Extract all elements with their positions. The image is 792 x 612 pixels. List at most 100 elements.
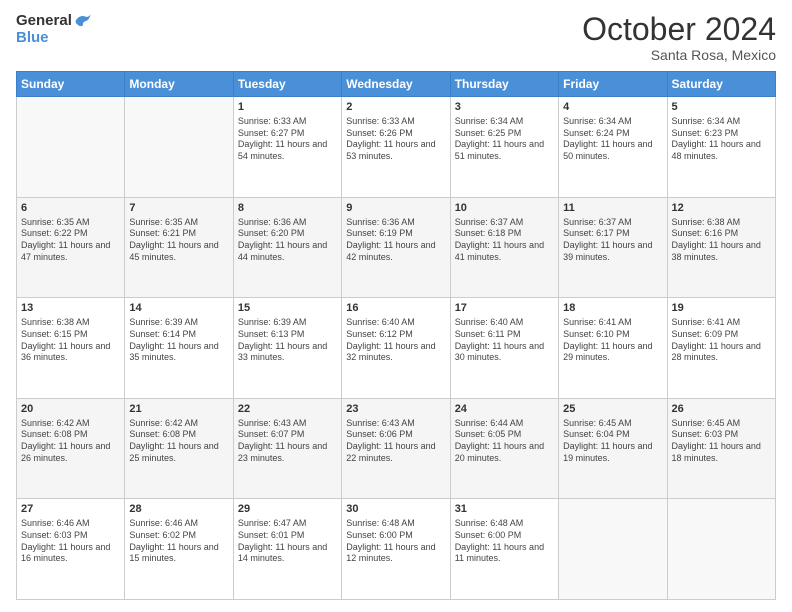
sunrise-text: Sunrise: 6:33 AM <box>346 116 415 126</box>
table-row: 24 Sunrise: 6:44 AM Sunset: 6:05 PM Dayl… <box>450 398 558 499</box>
day-info: Sunrise: 6:37 AM Sunset: 6:18 PM Dayligh… <box>455 217 554 264</box>
table-row: 27 Sunrise: 6:46 AM Sunset: 6:03 PM Dayl… <box>17 499 125 600</box>
day-info: Sunrise: 6:35 AM Sunset: 6:22 PM Dayligh… <box>21 217 120 264</box>
table-row: 31 Sunrise: 6:48 AM Sunset: 6:00 PM Dayl… <box>450 499 558 600</box>
table-row: 11 Sunrise: 6:37 AM Sunset: 6:17 PM Dayl… <box>559 197 667 298</box>
table-row: 14 Sunrise: 6:39 AM Sunset: 6:14 PM Dayl… <box>125 298 233 399</box>
table-row: 7 Sunrise: 6:35 AM Sunset: 6:21 PM Dayli… <box>125 197 233 298</box>
day-number: 22 <box>238 402 337 417</box>
day-info: Sunrise: 6:39 AM Sunset: 6:14 PM Dayligh… <box>129 317 228 364</box>
day-info: Sunrise: 6:41 AM Sunset: 6:09 PM Dayligh… <box>672 317 771 364</box>
calendar-table: Sunday Monday Tuesday Wednesday Thursday… <box>16 71 776 600</box>
daylight-text: Daylight: 11 hours and 53 minutes. <box>346 139 435 161</box>
sunset-text: Sunset: 6:14 PM <box>129 329 196 339</box>
table-row: 13 Sunrise: 6:38 AM Sunset: 6:15 PM Dayl… <box>17 298 125 399</box>
table-row: 3 Sunrise: 6:34 AM Sunset: 6:25 PM Dayli… <box>450 97 558 198</box>
sunrise-text: Sunrise: 6:46 AM <box>129 518 198 528</box>
sunset-text: Sunset: 6:25 PM <box>455 128 522 138</box>
table-row: 20 Sunrise: 6:42 AM Sunset: 6:08 PM Dayl… <box>17 398 125 499</box>
sunset-text: Sunset: 6:00 PM <box>455 530 522 540</box>
logo: General Blue <box>16 12 92 47</box>
day-number: 9 <box>346 201 445 216</box>
header-sunday: Sunday <box>17 72 125 97</box>
logo-line1: General <box>16 13 72 30</box>
day-info: Sunrise: 6:45 AM Sunset: 6:03 PM Dayligh… <box>672 418 771 465</box>
table-row: 4 Sunrise: 6:34 AM Sunset: 6:24 PM Dayli… <box>559 97 667 198</box>
day-number: 2 <box>346 100 445 115</box>
sunset-text: Sunset: 6:20 PM <box>238 228 305 238</box>
logo-line2: Blue <box>16 30 92 47</box>
day-info: Sunrise: 6:42 AM Sunset: 6:08 PM Dayligh… <box>21 418 120 465</box>
sunset-text: Sunset: 6:13 PM <box>238 329 305 339</box>
sunset-text: Sunset: 6:09 PM <box>672 329 739 339</box>
weekday-header-row: Sunday Monday Tuesday Wednesday Thursday… <box>17 72 776 97</box>
daylight-text: Daylight: 11 hours and 16 minutes. <box>21 542 110 564</box>
table-row: 30 Sunrise: 6:48 AM Sunset: 6:00 PM Dayl… <box>342 499 450 600</box>
day-info: Sunrise: 6:43 AM Sunset: 6:06 PM Dayligh… <box>346 418 445 465</box>
day-number: 28 <box>129 502 228 517</box>
table-row: 22 Sunrise: 6:43 AM Sunset: 6:07 PM Dayl… <box>233 398 341 499</box>
daylight-text: Daylight: 11 hours and 50 minutes. <box>563 139 652 161</box>
header: General Blue October 2024 Santa Rosa, Me… <box>16 12 776 63</box>
day-info: Sunrise: 6:48 AM Sunset: 6:00 PM Dayligh… <box>346 518 445 565</box>
sunrise-text: Sunrise: 6:48 AM <box>346 518 415 528</box>
calendar-week-row: 6 Sunrise: 6:35 AM Sunset: 6:22 PM Dayli… <box>17 197 776 298</box>
table-row: 18 Sunrise: 6:41 AM Sunset: 6:10 PM Dayl… <box>559 298 667 399</box>
day-info: Sunrise: 6:36 AM Sunset: 6:20 PM Dayligh… <box>238 217 337 264</box>
sunset-text: Sunset: 6:02 PM <box>129 530 196 540</box>
sunrise-text: Sunrise: 6:34 AM <box>672 116 741 126</box>
day-number: 12 <box>672 201 771 216</box>
sunrise-text: Sunrise: 6:45 AM <box>672 418 741 428</box>
sunset-text: Sunset: 6:23 PM <box>672 128 739 138</box>
page: General Blue October 2024 Santa Rosa, Me… <box>0 0 792 612</box>
sunset-text: Sunset: 6:03 PM <box>672 429 739 439</box>
day-info: Sunrise: 6:33 AM Sunset: 6:27 PM Dayligh… <box>238 116 337 163</box>
header-friday: Friday <box>559 72 667 97</box>
day-info: Sunrise: 6:46 AM Sunset: 6:03 PM Dayligh… <box>21 518 120 565</box>
day-info: Sunrise: 6:34 AM Sunset: 6:25 PM Dayligh… <box>455 116 554 163</box>
day-info: Sunrise: 6:35 AM Sunset: 6:21 PM Dayligh… <box>129 217 228 264</box>
day-info: Sunrise: 6:45 AM Sunset: 6:04 PM Dayligh… <box>563 418 662 465</box>
sunset-text: Sunset: 6:15 PM <box>21 329 88 339</box>
sunset-text: Sunset: 6:17 PM <box>563 228 630 238</box>
daylight-text: Daylight: 11 hours and 47 minutes. <box>21 240 110 262</box>
day-info: Sunrise: 6:40 AM Sunset: 6:12 PM Dayligh… <box>346 317 445 364</box>
daylight-text: Daylight: 11 hours and 38 minutes. <box>672 240 761 262</box>
day-number: 6 <box>21 201 120 216</box>
header-monday: Monday <box>125 72 233 97</box>
day-info: Sunrise: 6:38 AM Sunset: 6:16 PM Dayligh… <box>672 217 771 264</box>
day-info: Sunrise: 6:34 AM Sunset: 6:24 PM Dayligh… <box>563 116 662 163</box>
daylight-text: Daylight: 11 hours and 23 minutes. <box>238 441 327 463</box>
table-row: 9 Sunrise: 6:36 AM Sunset: 6:19 PM Dayli… <box>342 197 450 298</box>
sunrise-text: Sunrise: 6:38 AM <box>672 217 741 227</box>
sunset-text: Sunset: 6:26 PM <box>346 128 413 138</box>
daylight-text: Daylight: 11 hours and 35 minutes. <box>129 341 218 363</box>
table-row: 29 Sunrise: 6:47 AM Sunset: 6:01 PM Dayl… <box>233 499 341 600</box>
logo-bird-icon <box>74 12 92 30</box>
table-row <box>125 97 233 198</box>
day-info: Sunrise: 6:37 AM Sunset: 6:17 PM Dayligh… <box>563 217 662 264</box>
table-row: 12 Sunrise: 6:38 AM Sunset: 6:16 PM Dayl… <box>667 197 775 298</box>
sunrise-text: Sunrise: 6:39 AM <box>129 317 198 327</box>
daylight-text: Daylight: 11 hours and 15 minutes. <box>129 542 218 564</box>
header-thursday: Thursday <box>450 72 558 97</box>
daylight-text: Daylight: 11 hours and 45 minutes. <box>129 240 218 262</box>
daylight-text: Daylight: 11 hours and 54 minutes. <box>238 139 327 161</box>
daylight-text: Daylight: 11 hours and 19 minutes. <box>563 441 652 463</box>
day-info: Sunrise: 6:48 AM Sunset: 6:00 PM Dayligh… <box>455 518 554 565</box>
sunset-text: Sunset: 6:16 PM <box>672 228 739 238</box>
sunset-text: Sunset: 6:22 PM <box>21 228 88 238</box>
calendar-week-row: 20 Sunrise: 6:42 AM Sunset: 6:08 PM Dayl… <box>17 398 776 499</box>
sunset-text: Sunset: 6:01 PM <box>238 530 305 540</box>
sunrise-text: Sunrise: 6:42 AM <box>21 418 90 428</box>
day-info: Sunrise: 6:40 AM Sunset: 6:11 PM Dayligh… <box>455 317 554 364</box>
day-number: 14 <box>129 301 228 316</box>
day-number: 26 <box>672 402 771 417</box>
daylight-text: Daylight: 11 hours and 48 minutes. <box>672 139 761 161</box>
table-row: 28 Sunrise: 6:46 AM Sunset: 6:02 PM Dayl… <box>125 499 233 600</box>
calendar-week-row: 1 Sunrise: 6:33 AM Sunset: 6:27 PM Dayli… <box>17 97 776 198</box>
table-row: 17 Sunrise: 6:40 AM Sunset: 6:11 PM Dayl… <box>450 298 558 399</box>
table-row: 8 Sunrise: 6:36 AM Sunset: 6:20 PM Dayli… <box>233 197 341 298</box>
table-row: 25 Sunrise: 6:45 AM Sunset: 6:04 PM Dayl… <box>559 398 667 499</box>
day-number: 23 <box>346 402 445 417</box>
